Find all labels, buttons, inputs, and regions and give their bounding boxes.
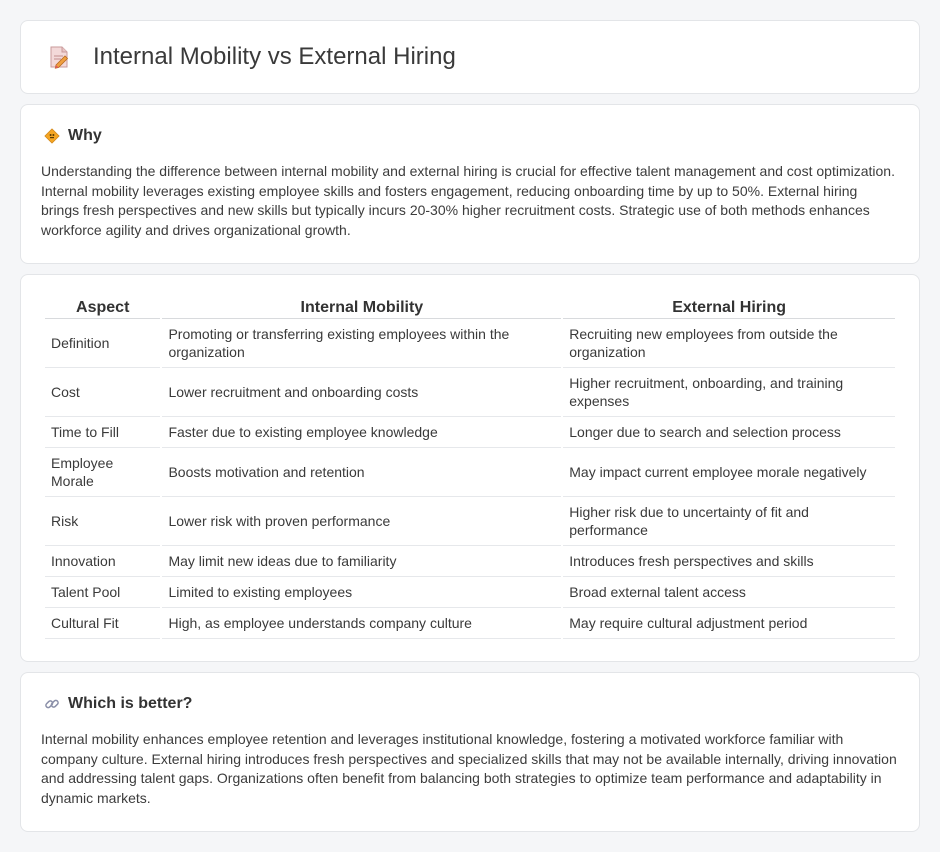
better-text: Internal mobility enhances employee rete… — [41, 731, 897, 806]
aspect-cell: Talent Pool — [45, 577, 161, 608]
internal-cell: Limited to existing employees — [162, 577, 562, 608]
external-cell: Longer due to search and selection proce… — [563, 417, 895, 448]
header-aspect: Aspect — [45, 297, 161, 319]
external-cell: Introduces fresh perspectives and skills — [563, 546, 895, 577]
better-heading: Which is better? — [41, 695, 899, 713]
aspect-cell: Cultural Fit — [45, 608, 161, 639]
table-row: Time to Fill Faster due to existing empl… — [45, 417, 895, 448]
better-heading-label: Which is better? — [68, 695, 193, 712]
comparison-table-card: Aspect Internal Mobility External Hiring… — [20, 274, 920, 662]
aspect-cell: Time to Fill — [45, 417, 161, 448]
why-text: Understanding the difference between int… — [41, 163, 895, 238]
aspect-cell: Employee Morale — [45, 448, 161, 497]
header-card: Internal Mobility vs External Hiring — [20, 20, 920, 94]
external-cell: Higher risk due to uncertainty of fit an… — [563, 497, 895, 546]
internal-cell: Lower risk with proven performance — [162, 497, 562, 546]
external-cell: May require cultural adjustment period — [563, 608, 895, 639]
table-header-row: Aspect Internal Mobility External Hiring — [45, 297, 895, 319]
table-row: Definition Promoting or transferring exi… — [45, 319, 895, 368]
which-is-better-section: Which is better? Internal mobility enhan… — [20, 672, 920, 832]
link-icon — [43, 695, 61, 713]
external-cell: May impact current employee morale negat… — [563, 448, 895, 497]
internal-cell: Faster due to existing employee knowledg… — [162, 417, 562, 448]
table-row: Cost Lower recruitment and onboarding co… — [45, 368, 895, 417]
internal-cell: High, as employee understands company cu… — [162, 608, 562, 639]
external-cell: Recruiting new employees from outside th… — [563, 319, 895, 368]
why-section: Why Understanding the difference between… — [20, 104, 920, 264]
table-row: Talent Pool Limited to existing employee… — [45, 577, 895, 608]
comparison-table: Aspect Internal Mobility External Hiring… — [43, 297, 897, 639]
external-cell: Higher recruitment, onboarding, and trai… — [563, 368, 895, 417]
internal-cell: Boosts motivation and retention — [162, 448, 562, 497]
internal-cell: Promoting or transferring existing emplo… — [162, 319, 562, 368]
document-pen-icon — [45, 43, 73, 71]
why-heading: Why — [41, 127, 899, 145]
aspect-cell: Risk — [45, 497, 161, 546]
table-row: Innovation May limit new ideas due to fa… — [45, 546, 895, 577]
diamond-sign-icon — [43, 127, 61, 145]
aspect-cell: Cost — [45, 368, 161, 417]
page-title: Internal Mobility vs External Hiring — [93, 43, 456, 70]
external-cell: Broad external talent access — [563, 577, 895, 608]
aspect-cell: Definition — [45, 319, 161, 368]
internal-cell: May limit new ideas due to familiarity — [162, 546, 562, 577]
internal-cell: Lower recruitment and onboarding costs — [162, 368, 562, 417]
table-row: Cultural Fit High, as employee understan… — [45, 608, 895, 639]
header-external-hiring: External Hiring — [563, 297, 895, 319]
table-row: Risk Lower risk with proven performance … — [45, 497, 895, 546]
aspect-cell: Innovation — [45, 546, 161, 577]
why-heading-label: Why — [68, 127, 102, 144]
header-internal-mobility: Internal Mobility — [162, 297, 562, 319]
table-row: Employee Morale Boosts motivation and re… — [45, 448, 895, 497]
